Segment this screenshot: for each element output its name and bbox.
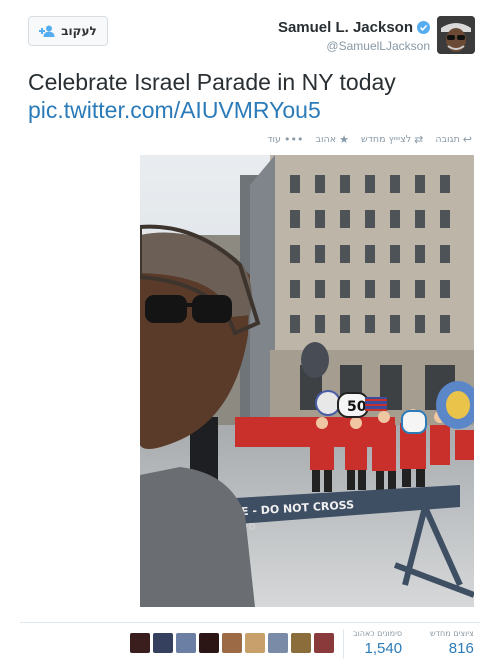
favoriter-avatar[interactable] — [153, 633, 173, 653]
avatar[interactable] — [437, 16, 475, 54]
favoriter-avatar[interactable] — [291, 633, 311, 653]
favorites-count: 1,540 — [364, 640, 403, 657]
tweet-actions: ↩ תגובה ⇄ לציייץ מחדש ★ אהוב ••• עוד — [267, 133, 472, 146]
more-icon: ••• — [283, 133, 304, 146]
user-info[interactable]: Samuel L. Jackson @SamuelLJackson — [278, 19, 430, 53]
favorites-stat[interactable]: סימונים כאהוב 1,540 — [353, 629, 402, 657]
add-user-icon — [39, 25, 55, 37]
user-handle[interactable]: @SamuelLJackson — [278, 39, 430, 53]
retweet-icon: ⇄ — [414, 133, 424, 146]
favoriter-avatar[interactable] — [199, 633, 219, 653]
tweet-header: לעקוב Samuel L. Jackson @SamuelLJackson — [0, 0, 490, 62]
tweet-stats: סימונים כאהוב 1,540 ציוצים מחדש 816 — [20, 622, 480, 660]
more-label: עוד — [267, 134, 281, 145]
favorites-label: סימונים כאהוב — [353, 629, 403, 638]
favoriter-avatar[interactable] — [130, 633, 150, 653]
retweets-stat[interactable]: ציוצים מחדש 816 — [430, 629, 474, 657]
follow-button[interactable]: לעקוב — [28, 16, 108, 46]
tweet-photo[interactable]: 50 INE - DO NOT CROSS NYPD — [140, 155, 474, 607]
favoriter-avatar[interactable] — [245, 633, 265, 653]
retweets-label: ציוצים מחדש — [430, 629, 474, 638]
favoriter-avatar[interactable] — [222, 633, 242, 653]
retweet-label: לציייץ מחדש — [360, 134, 412, 145]
favorite-label: אהוב — [315, 134, 337, 145]
reply-icon: ↩ — [462, 133, 472, 146]
user-name[interactable]: Samuel L. Jackson — [278, 19, 413, 36]
favoriter-avatar[interactable] — [176, 633, 196, 653]
favoriter-avatar[interactable] — [314, 633, 334, 653]
more-action[interactable]: ••• עוד — [267, 133, 303, 146]
reply-action[interactable]: ↩ תגובה — [435, 133, 472, 146]
star-icon: ★ — [339, 133, 349, 146]
tweet-media-link[interactable]: pic.twitter.com/AIUVMRYou5 — [28, 96, 396, 124]
stats-divider — [343, 629, 344, 659]
favorite-action[interactable]: ★ אהוב — [315, 133, 349, 146]
favoriter-avatar[interactable] — [268, 633, 288, 653]
tweet-body: Celebrate Israel Parade in NY today — [28, 69, 396, 95]
favoriter-avatars — [130, 633, 334, 653]
retweet-action[interactable]: ⇄ לציייץ מחדש — [361, 133, 423, 146]
reply-label: תגובה — [435, 134, 460, 145]
follow-label: לעקוב — [61, 24, 97, 38]
parade-sign-number: 50 — [347, 399, 367, 415]
tweet-text: Celebrate Israel Parade in NY today pic.… — [28, 68, 396, 124]
verified-badge-icon — [417, 21, 430, 34]
retweets-count: 816 — [448, 640, 474, 657]
